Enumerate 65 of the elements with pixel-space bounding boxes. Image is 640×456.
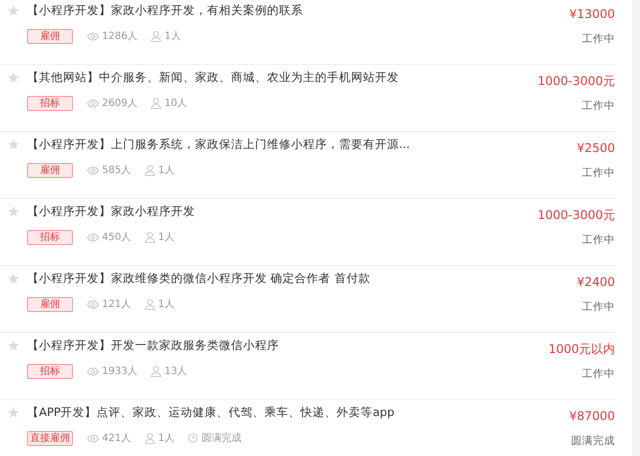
view-count: 1933人	[102, 365, 138, 378]
project-type-tag: 雇佣	[27, 296, 73, 312]
project-status: 工作中	[582, 367, 615, 381]
project-title[interactable]: 【APP开发】点评、家政、运动健康、代驾、乘车、快递、外卖等app	[27, 404, 570, 420]
project-status: 工作中	[582, 233, 615, 247]
eye-icon	[87, 300, 99, 308]
clock-icon	[188, 433, 198, 443]
eye-icon	[87, 166, 99, 174]
person-icon	[151, 366, 162, 376]
project-type-tag: 雇佣	[27, 28, 73, 44]
project-price: ¥87000	[569, 408, 615, 424]
project-status: 工作中	[582, 166, 615, 180]
project-price: ¥2400	[576, 274, 615, 290]
bidder-count: 1人	[158, 432, 174, 445]
eye-icon	[87, 366, 99, 376]
project-type-tag: 直接雇佣	[27, 430, 73, 446]
project-status: 工作中	[582, 99, 615, 113]
project-type-tag: 招标	[27, 230, 73, 244]
bidder-count: 1人	[164, 30, 181, 43]
project-title[interactable]: 【小程序开发】开发一款家政服务类微信小程序	[27, 337, 548, 353]
view-count: 585人	[102, 164, 132, 177]
view-count: 450人	[102, 231, 132, 244]
star-icon[interactable]	[7, 406, 20, 419]
bidder-count: 13人	[164, 365, 188, 378]
eye-icon	[87, 32, 99, 40]
project-type-tag: 雇佣	[27, 162, 73, 178]
view-count: 121人	[102, 298, 132, 311]
bidder-count: 1人	[158, 164, 174, 177]
star-icon[interactable]	[7, 4, 20, 17]
view-count: 421人	[102, 432, 132, 445]
project-type-tag: 招标	[27, 96, 73, 110]
bidder-count: 1人	[158, 231, 174, 244]
project-title[interactable]: 【小程序开发】上门服务系统，家政保洁上门维修小程序，需要有开源...	[27, 136, 577, 152]
project-price: 1000-3000元	[538, 73, 615, 89]
star-icon[interactable]	[7, 71, 20, 84]
finished-label: 圆满完成	[201, 432, 242, 445]
eye-icon	[87, 232, 99, 242]
person-icon	[145, 432, 156, 444]
project-status: 工作中	[582, 300, 615, 314]
project-title[interactable]: 【小程序开发】家政维修类的微信小程序开发 确定合作者 首付款	[27, 270, 577, 286]
person-icon	[145, 164, 156, 176]
project-status: 圆满完成	[571, 434, 615, 448]
project-price: ¥2500	[576, 140, 615, 156]
project-price: 1000元以内	[548, 341, 615, 357]
person-icon	[145, 232, 156, 242]
star-icon[interactable]	[7, 272, 20, 285]
project-price: 1000-3000元	[538, 207, 615, 223]
view-count: 1286人	[102, 30, 138, 43]
person-icon	[151, 98, 162, 108]
project-title[interactable]: 【小程序开发】家政小程序开发	[27, 203, 538, 219]
project-title[interactable]: 【其他网站】中介服务、新闻、家政、商城、农业为主的手机网站开发	[27, 69, 538, 85]
person-icon	[151, 30, 162, 42]
star-icon[interactable]	[7, 138, 20, 151]
project-title[interactable]: 【小程序开发】家政小程序开发，有相关案例的联系	[27, 2, 570, 18]
project-status: 工作中	[582, 32, 615, 46]
star-icon[interactable]	[7, 205, 20, 218]
project-type-tag: 招标	[27, 364, 73, 378]
eye-icon	[87, 434, 99, 442]
star-icon[interactable]	[7, 339, 20, 352]
bidder-count: 1人	[158, 298, 174, 311]
eye-icon	[87, 98, 99, 108]
person-icon	[145, 298, 156, 310]
view-count: 2609人	[102, 97, 138, 110]
project-price: ¥13000	[569, 6, 615, 22]
bidder-count: 10人	[164, 97, 188, 110]
